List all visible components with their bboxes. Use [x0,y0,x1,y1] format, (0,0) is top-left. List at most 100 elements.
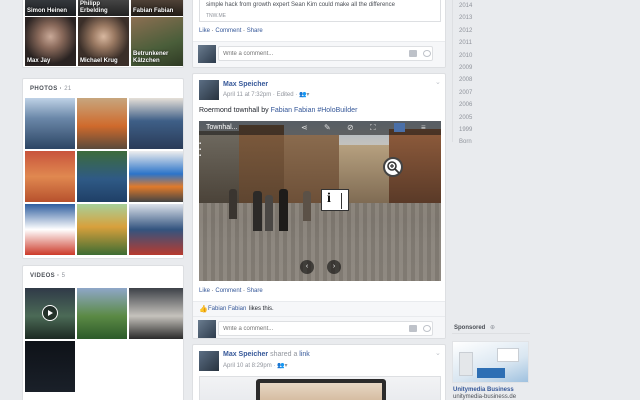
avatar[interactable] [199,80,219,100]
sponsored-divider [452,333,530,334]
more-icon[interactable]: ≡ [421,123,426,132]
photo-thumbnail[interactable] [25,98,75,149]
friend-tile[interactable]: Philipp Erbelding [78,0,129,16]
comment-input[interactable] [218,46,433,61]
videos-card: VIDEOS · 5 [22,265,184,400]
embed-title[interactable]: Townhal... [206,124,238,131]
video-thumbnail[interactable] [25,288,75,339]
info-hotspot-icon[interactable]: i [321,189,349,211]
post-card: Max Speicher shared a link April 10 at 8… [192,344,446,400]
post-card: simple hack from growth expert Sean Kim … [192,0,446,68]
photo-thumbnail[interactable] [129,204,183,255]
year-link[interactable]: 2011 [459,37,489,49]
ad-image[interactable] [452,341,529,383]
like-button[interactable]: Like [199,28,210,34]
photos-section-title[interactable]: PHOTOS · 21 [30,86,72,92]
photo-thumbnail[interactable] [77,98,127,149]
post-author[interactable]: Max Speicher [223,351,268,358]
friends-card: Simon Heinen Philipp Erbelding Fabian Fa… [22,0,184,68]
camera-icon[interactable] [409,50,417,57]
friend-tile[interactable]: Max Jay [25,17,76,66]
photos-card: PHOTOS · 21 [22,78,184,259]
link-preview-image[interactable] [199,376,441,400]
likes-bar: 👍 Fabian Fabian likes this. [193,301,445,316]
mention-link[interactable]: Fabian Fabian [271,107,316,114]
video-thumbnail[interactable] [77,288,127,339]
photo-thumbnail[interactable] [129,151,183,202]
emoji-icon[interactable] [423,325,431,332]
comment-bar [193,316,445,338]
photo-thumbnail[interactable] [25,151,75,202]
comment-button[interactable]: Comment [215,28,241,34]
friend-tile[interactable]: Simon Heinen [25,0,76,16]
like-button[interactable]: Like [199,288,210,294]
tag-icon[interactable]: ⊘ [347,123,354,132]
year-link[interactable]: Born [459,136,489,148]
emoji-icon[interactable] [423,50,431,57]
audience-icon[interactable]: 👥▾ [299,92,309,98]
photo-thumbnail[interactable] [77,151,127,202]
post-date[interactable]: April 10 at 8:29pm [223,363,272,369]
edited-label[interactable]: Edited [277,92,294,98]
post-text: Roermond townhall by Fabian Fabian #Holo… [199,107,358,114]
embed-viewer[interactable]: Townhal... ⋖ ✎ ⊘ ⛶ ≡ ▪ ▪ ▪ i ‹ › [199,121,441,281]
ad-domain[interactable]: unitymedia-business.de [453,394,516,400]
year-link[interactable]: 2005 [459,112,489,124]
person [253,191,262,231]
next-arrow-icon[interactable]: › [327,260,341,274]
year-link[interactable]: 1999 [459,124,489,136]
photo-thumbnail[interactable] [77,204,127,255]
year-link[interactable]: 2012 [459,25,489,37]
play-icon[interactable] [42,305,58,321]
year-link[interactable]: 2014 [459,0,489,12]
year-link[interactable]: 2013 [459,12,489,24]
year-link[interactable]: 2008 [459,74,489,86]
videos-section-title[interactable]: VIDEOS · 5 [30,273,65,279]
comment-button[interactable]: Comment [215,288,241,294]
camera-icon[interactable] [409,325,417,332]
friend-tile[interactable]: Michael Krug [78,17,129,66]
year-link[interactable]: 2007 [459,87,489,99]
video-thumbnail[interactable] [129,288,183,339]
share-button[interactable]: Share [247,28,263,34]
share-icon[interactable]: ⋖ [301,123,308,132]
post-actions: Like · Comment · Share [199,288,263,294]
chevron-down-icon[interactable]: ⌄ [435,78,441,86]
prev-arrow-icon[interactable]: ‹ [300,260,314,274]
share-button[interactable]: Share [247,288,263,294]
avatar [198,320,216,338]
person [279,189,288,231]
side-menu-icon[interactable]: ▪ ▪ ▪ [199,141,207,161]
year-link[interactable]: 2009 [459,62,489,74]
audience-icon[interactable]: 👥▾ [277,363,287,369]
friend-tile[interactable]: Betrunkener Kätzchen [131,17,183,66]
avatar[interactable] [199,351,219,371]
zoom-icon[interactable] [383,157,403,177]
fullscreen-icon[interactable]: ⛶ [370,123,376,133]
building [239,125,284,203]
chevron-down-icon[interactable]: ⌄ [435,349,441,357]
ad-create-icon[interactable]: ⊕ [490,325,495,331]
ad-title[interactable]: Unitymedia Business [453,387,514,393]
year-link[interactable]: 2006 [459,99,489,111]
friend-tile[interactable]: Fabian Fabian [131,0,183,16]
hashtag-link[interactable]: #HoloBuilder [317,107,357,114]
post-card: Max Speicher April 11 at 7:32pm · Edited… [192,73,446,339]
post-header: Max Speicher shared a link [223,351,310,358]
likes-suffix: likes this. [249,306,274,312]
post-meta: April 10 at 8:29pm · 👥▾ [223,363,288,369]
edit-icon[interactable]: ✎ [324,123,331,132]
photo-thumbnail[interactable] [25,204,75,255]
video-thumbnail[interactable] [25,341,75,392]
link-anchor[interactable]: link [299,351,310,358]
timeline-years: 2014 2013 2012 2011 2010 2009 2008 2007 … [459,0,489,149]
holobuilder-logo-icon[interactable] [394,123,405,132]
link-description: simple hack from growth expert Sean Kim … [206,2,395,8]
post-date[interactable]: April 11 at 7:32pm [223,92,271,98]
comment-input[interactable] [218,321,433,336]
post-author[interactable]: Max Speicher [223,81,268,88]
link-preview[interactable]: simple hack from growth expert Sean Kim … [199,0,441,22]
photo-thumbnail[interactable] [129,98,183,149]
likers-link[interactable]: Fabian Fabian [208,306,246,312]
year-link[interactable]: 2010 [459,50,489,62]
